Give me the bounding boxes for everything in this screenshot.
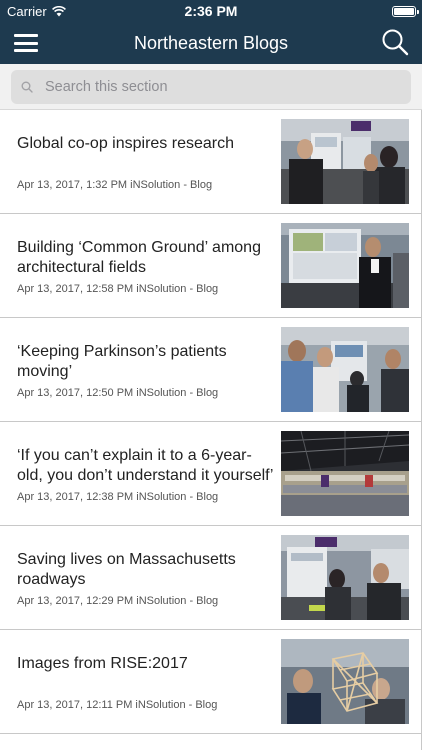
article-meta: Apr 13, 2017, 12:50 PM iNSolution - Blog [17, 387, 219, 399]
search-icon[interactable] [381, 28, 409, 56]
article-title: Saving lives on Massachusetts roadways [17, 551, 236, 588]
article-list: Global co-op inspires research Apr 13, 2… [0, 110, 422, 734]
status-bar: Carrier 2:36 PM [0, 0, 422, 22]
article-row[interactable]: Images from RISE:2017 Apr 13, 2017, 12:1… [0, 630, 422, 734]
article-thumbnail [281, 431, 409, 516]
article-meta: Apr 13, 2017, 1:32 PM iNSolution - Blog [17, 179, 213, 191]
article-meta: Apr 13, 2017, 12:11 PM iNSolution - Blog [17, 699, 218, 711]
article-meta: Apr 13, 2017, 12:29 PM iNSolution - Blog [17, 595, 219, 607]
article-thumbnail [281, 535, 409, 620]
article-meta: Apr 13, 2017, 12:38 PM iNSolution - Blog [17, 491, 219, 503]
article-row[interactable]: Global co-op inspires research Apr 13, 2… [0, 110, 422, 214]
article-thumbnail [281, 119, 409, 204]
search-input[interactable] [45, 79, 385, 95]
article-thumbnail [281, 327, 409, 412]
article-row[interactable]: Building ‘Common Ground’ among architect… [0, 214, 422, 318]
magnifier-icon [21, 81, 33, 93]
article-title: Global co-op inspires research [17, 135, 234, 152]
article-thumbnail [281, 223, 409, 308]
article-meta: Apr 13, 2017, 12:58 PM iNSolution - Blog [17, 283, 219, 295]
article-row[interactable]: ‘Keeping Parkinson’s patients moving’ Ap… [0, 318, 422, 422]
article-title: Images from RISE:2017 [17, 655, 188, 672]
article-title: Building ‘Common Ground’ among architect… [17, 239, 261, 276]
search-field[interactable] [11, 70, 411, 104]
search-bar [0, 64, 422, 110]
article-thumbnail [281, 639, 409, 724]
nav-bar: Northeastern Blogs [0, 22, 422, 64]
battery-icon [392, 6, 419, 17]
article-title: ‘If you can’t explain it to a 6-year-old… [17, 447, 274, 484]
article-title: ‘Keeping Parkinson’s patients moving’ [17, 343, 227, 380]
article-row[interactable]: Saving lives on Massachusetts roadways A… [0, 526, 422, 630]
page-title: Northeastern Blogs [133, 33, 289, 53]
clock: 2:36 PM [184, 3, 238, 19]
article-row[interactable]: ‘If you can’t explain it to a 6-year-old… [0, 422, 422, 526]
